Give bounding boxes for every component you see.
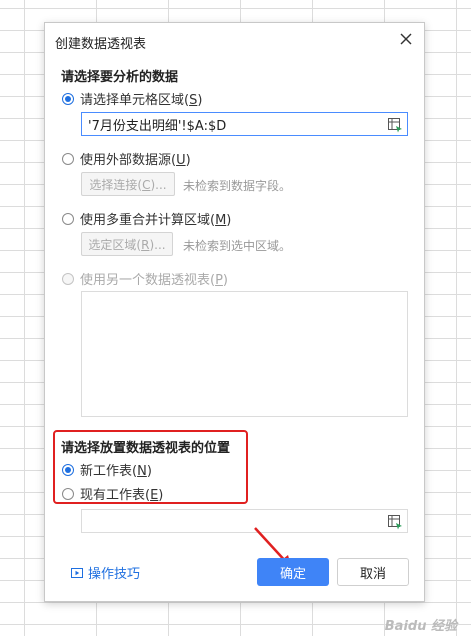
range-value[interactable]: '7月份支出明细'!$A:$D [88,115,226,134]
external-hint: 未检索到数据字段。 [183,179,292,193]
ok-button[interactable]: 确定 [257,558,329,586]
radio-label: 使用多重合并计算区域(M) [80,213,232,228]
play-video-icon [71,567,83,578]
consolidate-hint: 未检索到选中区域。 [183,239,292,253]
cancel-button[interactable]: 取消 [337,558,409,586]
radio-label: 请选择单元格区域(S) [80,93,203,108]
source-section-title: 请选择要分析的数据 [61,70,179,85]
radio-button-checked[interactable] [62,92,74,105]
radio-button-checked[interactable] [62,463,74,476]
radio-existing-worksheet[interactable]: 现有工作表(E) [62,484,163,503]
tips-label[interactable]: 操作技巧 [88,563,140,582]
radio-other-pivot-table: 使用另一个数据透视表(P) [62,269,228,288]
radio-button[interactable] [62,487,74,500]
close-icon[interactable] [396,29,416,49]
select-connection-button: 选择连接(C)... [81,172,175,196]
radio-label: 使用外部数据源(U) [80,153,191,168]
dialog-title: 创建数据透视表 [55,37,147,52]
create-pivot-table-dialog: 创建数据透视表 请选择要分析的数据 请选择单元格区域(S) '7月份支出明细'!… [44,22,425,602]
radio-new-worksheet[interactable]: 新工作表(N) [62,460,152,479]
radio-label: 现有工作表(E) [80,488,164,503]
radio-consolidate-ranges[interactable]: 使用多重合并计算区域(M) [62,209,231,228]
watermark: Baidu 经验 [384,619,457,634]
radio-label: 新工作表(N) [80,464,152,479]
radio-button[interactable] [62,212,74,225]
range-picker-icon[interactable] [387,514,403,530]
pivot-table-list [81,291,408,417]
select-range-button: 选定区域(R)... [81,232,173,256]
radio-button-disabled [62,272,74,285]
location-section-title: 请选择放置数据透视表的位置 [61,441,231,456]
range-picker-icon[interactable] [387,117,403,133]
tips-link[interactable]: 操作技巧 [71,563,140,582]
radio-label: 使用另一个数据透视表(P) [80,273,228,288]
location-input[interactable] [81,509,408,533]
radio-button[interactable] [62,152,74,165]
radio-cell-range[interactable]: 请选择单元格区域(S) [62,89,202,108]
range-input[interactable]: '7月份支出明细'!$A:$D [81,112,408,136]
radio-external-source[interactable]: 使用外部数据源(U) [62,149,191,168]
